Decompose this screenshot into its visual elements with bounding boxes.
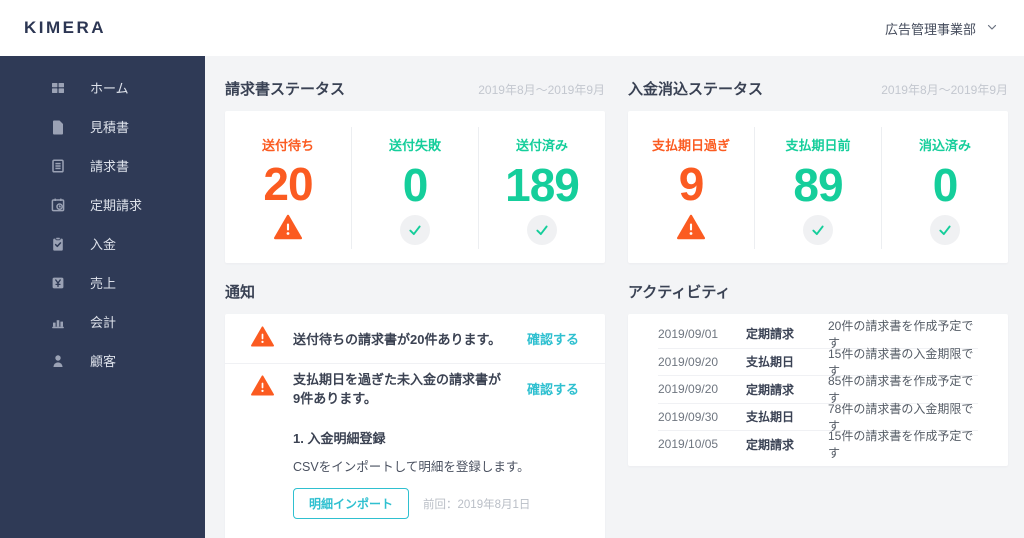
check-circle-icon [930, 215, 960, 245]
sidebar-item-label: 見積書 [90, 120, 130, 135]
sidebar-item-recurring[interactable]: 定期請求 [0, 185, 205, 224]
bar-chart-icon [50, 314, 66, 330]
activity-card: 2019/09/01 定期請求 20件の請求書を作成予定です 2019/09/2… [628, 314, 1008, 466]
org-selector-label: 広告管理事業部 [884, 21, 976, 37]
sidebar-item-label: ホーム [90, 81, 129, 96]
activity-type: 定期請求 [746, 327, 795, 342]
sidebar-item-quotes[interactable]: 見積書 [0, 107, 205, 146]
sidebar-item-label: 売上 [90, 276, 117, 291]
activity-row: 2019/10/05 定期請求 15件の請求書を作成予定です [658, 429, 978, 461]
sidebar-item-label: 定期請求 [90, 198, 143, 213]
last-import-note: 前回：2019年8月1日 [423, 498, 531, 511]
notification-item: 送付待ちの請求書が20件あります。 確認する [225, 314, 605, 363]
confirm-link[interactable]: 確認する [527, 329, 579, 348]
activity-date: 2019/09/20 [658, 354, 719, 369]
activity-date: 2019/10/05 [658, 437, 719, 452]
step-description: CSVをインポートして明細を登録します。 [293, 460, 530, 474]
clipboard-check-icon [50, 236, 66, 252]
stat-overdue: 支払期日過ぎ 9 [628, 127, 754, 249]
activity-type: 支払期日 [746, 410, 795, 425]
sidebar-item-customers[interactable]: 顧客 [0, 341, 205, 380]
activity-row: 2019/09/20 定期請求 85件の請求書を作成予定です [658, 374, 978, 405]
invoice-status-panel: 請求書ステータス 2019年8月〜2019年9月 送付待ち 20 送付失敗 0 [225, 78, 605, 263]
stat-awaiting-send: 送付待ち 20 [225, 127, 351, 249]
sidebar-item-label: 請求書 [90, 159, 130, 174]
sidebar-item-home[interactable]: ホーム [0, 68, 205, 107]
activity-type: 支払期日 [746, 355, 795, 370]
top-bar: KIMERA 広告管理事業部 [0, 0, 1024, 56]
home-grid-icon [50, 80, 66, 96]
warning-triangle-icon [677, 214, 705, 245]
payment-status-period: 2019年8月〜2019年9月 [881, 83, 1008, 97]
calendar-clock-icon [50, 197, 66, 213]
activity-type: 定期請求 [746, 382, 795, 397]
activity-row: 2019/09/01 定期請求 20件の請求書を作成予定です [658, 319, 978, 350]
chevron-down-icon [986, 21, 998, 36]
confirm-link[interactable]: 確認する [527, 379, 579, 398]
stat-reconciled: 消込済み 0 [881, 127, 1008, 249]
notification-text: 送付待ちの請求書が20件あります。 [293, 332, 502, 347]
app-window: KIMERA 広告管理事業部 ホーム 見積書 請求書 定期請求 入金 売上 会計… [0, 0, 1024, 538]
sidebar-item-label: 入金 [90, 237, 117, 252]
activity-row: 2019/09/30 支払期日 78件の請求書の入金期限です [658, 402, 978, 433]
sidebar: ホーム 見積書 請求書 定期請求 入金 売上 会計 顧客 [0, 56, 205, 538]
sidebar-item-payments[interactable]: 入金 [0, 224, 205, 263]
invoice-status-period: 2019年8月〜2019年9月 [478, 83, 605, 97]
activity-title: アクティビティ [628, 284, 731, 301]
import-details-button[interactable]: 明細インポート [293, 488, 410, 519]
person-icon [50, 353, 66, 369]
reconciliation-steps: 1. 入金明細登録 CSVをインポートして明細を登録します。 明細インポート 前… [225, 412, 605, 538]
org-selector[interactable]: 広告管理事業部 [885, 19, 998, 38]
activity-date: 2019/09/20 [658, 382, 719, 397]
activity-row: 2019/09/20 支払期日 15件の請求書の入金期限です [658, 347, 978, 378]
notifications-title: 通知 [225, 284, 256, 301]
document-icon [50, 119, 66, 135]
notification-text: 支払期日を過ぎた未入金の請求書が9件あります。 [293, 372, 502, 406]
stat-before-due: 支払期日前 89 [754, 127, 881, 249]
stat-send-failed: 送付失敗 0 [351, 127, 478, 249]
check-circle-icon [803, 215, 833, 245]
payment-status-title: 入金消込ステータス [628, 81, 764, 98]
activity-date: 2019/09/30 [658, 409, 719, 424]
yen-square-icon [50, 275, 66, 291]
activity-date: 2019/09/01 [658, 326, 719, 341]
activity-panel: アクティビティ 2019/09/01 定期請求 20件の請求書を作成予定です 2… [628, 281, 1008, 538]
payment-status-card: 支払期日過ぎ 9 支払期日前 89 消込済み 0 [628, 111, 1008, 263]
check-circle-icon [400, 215, 430, 245]
activity-type: 定期請求 [746, 437, 795, 452]
payment-status-panel: 入金消込ステータス 2019年8月〜2019年9月 支払期日過ぎ 9 支払期日前… [628, 78, 1008, 263]
sidebar-item-invoices[interactable]: 請求書 [0, 146, 205, 185]
warning-triangle-icon [251, 375, 274, 401]
warning-triangle-icon [251, 325, 274, 352]
check-circle-icon [527, 215, 557, 245]
invoice-status-title: 請求書ステータス [225, 81, 346, 98]
notifications-panel: 通知 送付待ちの請求書が20件あります。 確認する 支払期日を過ぎた未入金の請求… [225, 281, 605, 538]
sidebar-item-label: 会計 [90, 315, 117, 330]
sidebar-item-label: 顧客 [90, 354, 117, 369]
sidebar-item-sales[interactable]: 売上 [0, 263, 205, 302]
stat-sent: 送付済み 189 [478, 127, 605, 249]
notifications-card: 送付待ちの請求書が20件あります。 確認する 支払期日を過ぎた未入金の請求書が9… [225, 314, 605, 538]
warning-triangle-icon [274, 214, 302, 245]
main-content: 請求書ステータス 2019年8月〜2019年9月 送付待ち 20 送付失敗 0 [205, 56, 1024, 538]
invoice-status-card: 送付待ち 20 送付失敗 0 送付済み 189 [225, 111, 605, 263]
invoice-document-icon [50, 158, 66, 174]
activity-description: 15件の請求書を作成予定です [828, 429, 974, 461]
notification-item: 支払期日を過ぎた未入金の請求書が9件あります。 確認する [225, 363, 605, 412]
app-logo: KIMERA [24, 18, 107, 37]
sidebar-item-accounting[interactable]: 会計 [0, 302, 205, 341]
step-title: 1. 入金明細登録 [293, 431, 386, 446]
